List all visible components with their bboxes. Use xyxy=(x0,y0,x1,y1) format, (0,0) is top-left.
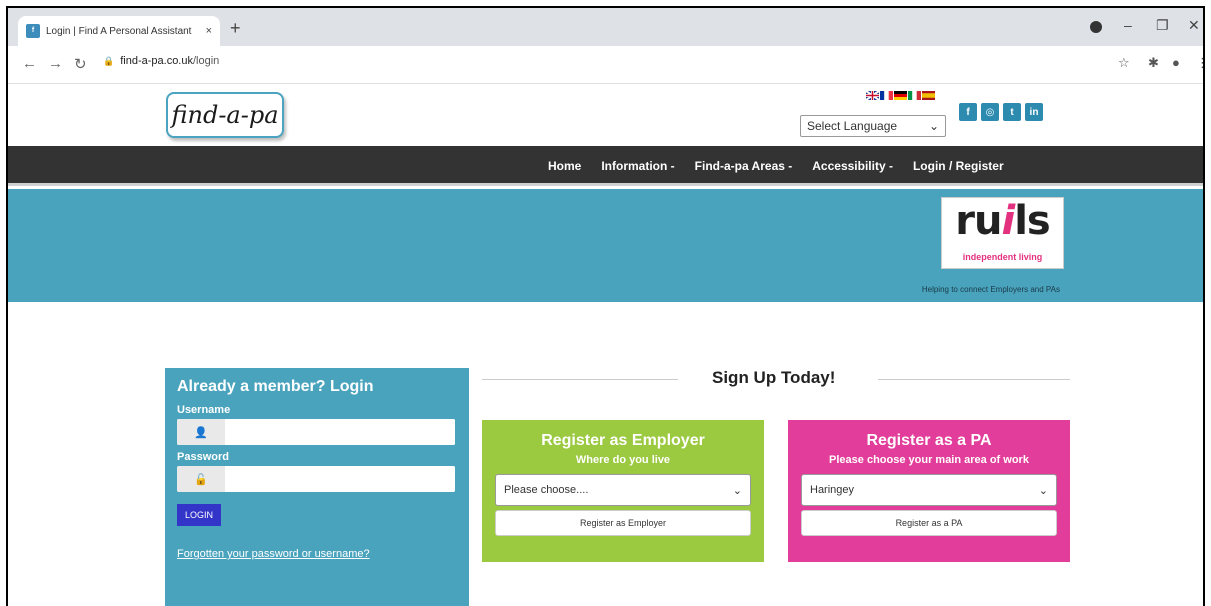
uk-flag-icon[interactable] xyxy=(866,91,879,100)
spain-flag-icon[interactable] xyxy=(922,91,935,100)
pa-subtitle: Please choose your main area of work xyxy=(829,454,1029,466)
password-input[interactable] xyxy=(225,466,455,492)
forgot-password-link[interactable]: Forgotten your password or username? xyxy=(177,548,457,560)
login-button[interactable]: LOGIN xyxy=(177,504,222,526)
nav-find-a-pa-areas[interactable]: Find-a-pa Areas - xyxy=(695,159,793,173)
maximize-icon[interactable]: ❐ xyxy=(1156,17,1169,34)
pa-title: Register as a PA xyxy=(866,432,992,449)
chevron-down-icon: ⌄ xyxy=(732,484,742,497)
ruils-logo-word: ruils xyxy=(955,198,1050,244)
banner-tagline: Helping to connect Employers and PAs xyxy=(921,285,1060,294)
employer-subtitle: Where do you live xyxy=(575,454,671,466)
password-field: 🔓 xyxy=(177,466,455,492)
italy-flag-icon[interactable] xyxy=(908,91,921,100)
register-pa-panel: Register as a PA Please choose your main… xyxy=(788,420,1070,562)
tab-title: Login | Find A Personal Assistant xyxy=(46,25,192,37)
ruils-logo[interactable]: ruils independent living xyxy=(941,197,1064,269)
url-path: /login xyxy=(192,55,220,67)
france-flag-icon[interactable] xyxy=(880,91,893,100)
new-tab-icon[interactable]: + xyxy=(230,18,241,39)
close-window-icon[interactable]: ✕ xyxy=(1188,17,1200,34)
chevron-down-icon: ⌄ xyxy=(1038,484,1048,497)
signup-title: Sign Up Today! xyxy=(712,368,836,387)
bookmark-star-icon[interactable]: ☆ xyxy=(1118,55,1130,71)
site-header: find-a-pa Select Language ⌄ f ◎ t in xyxy=(8,84,1203,146)
username-input[interactable] xyxy=(225,419,455,445)
password-label: Password xyxy=(177,451,229,463)
username-label: Username xyxy=(177,404,231,416)
nav-accessibility[interactable]: Accessibility - xyxy=(812,159,893,173)
register-pa-button[interactable]: Register as a PA xyxy=(801,510,1057,536)
tab-strip: f Login | Find A Personal Assistant × + … xyxy=(8,8,1203,46)
employer-select-value: Please choose.... xyxy=(504,484,589,496)
url-field[interactable]: 🔒 find-a-pa.co.uk/login xyxy=(103,55,219,67)
profile-icon[interactable]: ● xyxy=(1172,55,1180,70)
tab-close-icon[interactable]: × xyxy=(206,25,212,37)
register-employer-button[interactable]: Register as Employer xyxy=(495,510,751,536)
address-bar: ← → ↻ 🔒 find-a-pa.co.uk/login ☆ ✱ ● ⋮ xyxy=(8,46,1203,84)
url-host: find-a-pa.co.uk xyxy=(120,55,193,67)
user-icon: 👤 xyxy=(177,419,225,445)
nav-home[interactable]: Home xyxy=(548,159,581,173)
hero-banner: ruils independent living Helping to conn… xyxy=(8,189,1203,302)
nav-login-register[interactable]: Login / Register xyxy=(913,159,1004,173)
lock-icon: 🔒 xyxy=(103,55,115,66)
chevron-down-icon: ⌄ xyxy=(928,119,939,133)
reload-icon[interactable]: ↻ xyxy=(74,55,87,73)
language-select[interactable]: Select Language ⌄ xyxy=(800,115,946,137)
unlock-icon: 🔓 xyxy=(177,466,225,492)
back-icon[interactable]: ← xyxy=(22,55,37,72)
instagram-icon[interactable]: ◎ xyxy=(981,103,999,121)
extension-icon[interactable] xyxy=(1090,21,1102,33)
facebook-icon[interactable]: f xyxy=(959,103,977,121)
social-links: f ◎ t in xyxy=(959,103,1043,121)
twitter-icon[interactable]: t xyxy=(1003,103,1021,121)
employer-title: Register as Employer xyxy=(541,432,705,449)
divider-right xyxy=(878,379,1070,380)
pa-select-value: Haringey xyxy=(810,484,855,496)
login-panel: Already a member? Login Username 👤 Passw… xyxy=(165,368,469,606)
pa-area-select[interactable]: Haringey ⌄ xyxy=(801,474,1057,506)
forward-icon[interactable]: → xyxy=(48,55,63,72)
nav-information[interactable]: Information - xyxy=(601,159,674,173)
divider-left xyxy=(482,379,678,380)
ruils-logo-tagline: independent living xyxy=(962,252,1043,262)
main-nav: Home Information - Find-a-pa Areas - Acc… xyxy=(8,146,1203,186)
username-field: 👤 xyxy=(177,419,455,445)
linkedin-icon[interactable]: in xyxy=(1025,103,1043,121)
login-title: Already a member? Login xyxy=(177,378,374,395)
employer-location-select[interactable]: Please choose.... ⌄ xyxy=(495,474,751,506)
extensions-puzzle-icon[interactable]: ✱ xyxy=(1148,55,1159,71)
minimize-icon[interactable]: – xyxy=(1124,17,1132,33)
browser-tab[interactable]: f Login | Find A Personal Assistant × xyxy=(18,16,220,46)
menu-icon[interactable]: ⋮ xyxy=(1196,55,1203,71)
language-select-value: Select Language xyxy=(807,119,898,133)
site-favicon-icon: f xyxy=(26,24,40,38)
language-flags xyxy=(866,91,935,100)
browser-window: f Login | Find A Personal Assistant × + … xyxy=(6,6,1205,606)
register-employer-panel: Register as Employer Where do you live P… xyxy=(482,420,764,562)
find-a-pa-logo[interactable]: find-a-pa xyxy=(166,92,284,138)
germany-flag-icon[interactable] xyxy=(894,91,907,100)
